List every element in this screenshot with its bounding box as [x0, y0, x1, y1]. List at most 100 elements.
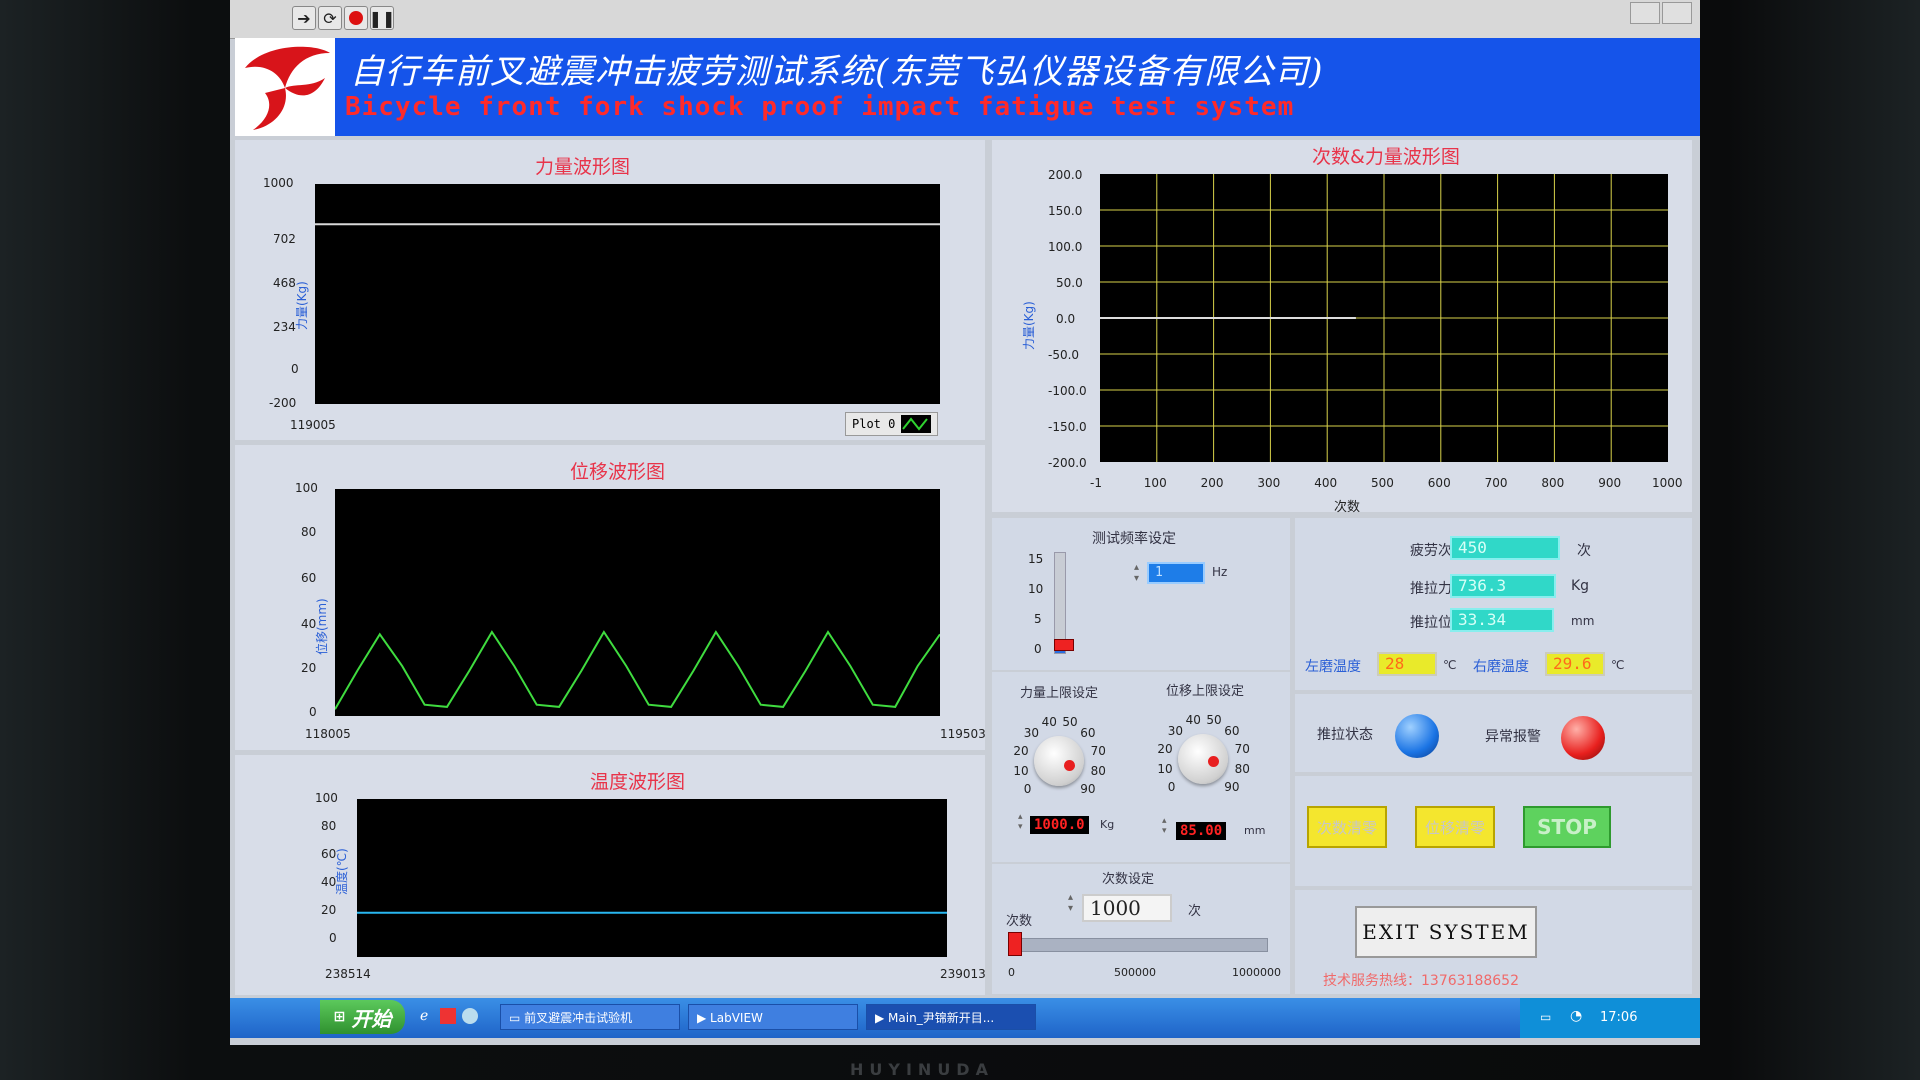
service-hotline: 技术服务热线：13763188652 — [1323, 973, 1519, 989]
exit-panel: EXIT SYSTEM 技术服务热线：13763188652 — [1295, 890, 1692, 994]
task-folder[interactable]: ▭ 前叉避震冲击试验机 — [500, 1004, 680, 1030]
plot-legend[interactable]: Plot 0 — [845, 412, 939, 436]
force-ytick: -200 — [269, 396, 297, 410]
limit-settings-panel: 力量上限设定 位移上限设定 0 10 20 30 40 50 60 70 80 90 ▴ ▾ 100… — [992, 672, 1290, 862]
task-main-vi[interactable]: ▶ Main_尹锦新开目... — [866, 1004, 1036, 1030]
freq-scale: 0 — [1034, 642, 1042, 656]
count-slider-track[interactable] — [1010, 938, 1268, 952]
disp-limit-input[interactable]: 85.00 — [1176, 822, 1227, 840]
count-scale-mid: 500000 — [1114, 966, 1156, 979]
windows-taskbar: ⊞ 开始 ℯ ▭ 前叉避震冲击试验机 ▶ LabVIEW ▶ Main_尹锦新开目… — [230, 998, 1700, 1038]
control-buttons-panel: 次数清零 位移清零 STOP — [1295, 776, 1692, 886]
alarm-label: 异常报警 — [1485, 729, 1541, 745]
freq-scale: 5 — [1034, 612, 1042, 626]
window-control-icon[interactable] — [1662, 2, 1692, 24]
count-set-input[interactable]: 1000 — [1082, 894, 1172, 922]
disp-limit-stepper-icon[interactable]: ▴ ▾ — [1162, 816, 1167, 836]
count-reset-button[interactable]: 次数清零 — [1307, 806, 1387, 848]
vi-icon: ▶ — [875, 1011, 889, 1025]
disp-ytick: 80 — [301, 525, 317, 539]
task-labview[interactable]: ▶ LabVIEW — [688, 1004, 858, 1030]
count-force-chart-panel: 次数&力量波形图 力量(Kg) 200.0 150.0 100.0 50.0 0.0 -5… — [992, 140, 1692, 515]
monitor-bezel: HUYINUDA ➔ ⟳ ❚❚ 自行车前叉避震冲击疲劳测试系统(东莞飞弘仪器设备… — [0, 0, 1920, 1080]
quicklaunch-browser-icon[interactable] — [462, 1008, 478, 1024]
legend-label: Plot 0 — [852, 417, 896, 431]
force-limit-unit: Kg — [1100, 818, 1115, 831]
disp-x-start: 118005 — [305, 727, 351, 741]
knob-scale-tick: 30 — [1167, 723, 1183, 738]
disp-ytick: 0 — [309, 705, 317, 719]
left-temp-unit: ℃ — [1443, 658, 1457, 672]
keyboard-icon[interactable]: ▭ — [1540, 1010, 1551, 1024]
knob-scale-tick: 20 — [1157, 741, 1173, 756]
legend-swatch — [901, 415, 932, 433]
count-set-label: 次数设定 — [1102, 872, 1155, 887]
force-limit-knob[interactable] — [1034, 736, 1084, 786]
disp-ytick: 60 — [301, 571, 317, 585]
knob-scale-tick: 10 — [1157, 762, 1173, 777]
task-folder-label: 前叉避震冲击试验机 — [524, 1011, 633, 1025]
force-plot-area — [315, 184, 940, 404]
pause-icon[interactable]: ❚❚ — [369, 6, 395, 30]
count-stepper-icon[interactable]: ▴ ▾ — [1068, 892, 1073, 914]
stop-button[interactable]: STOP — [1523, 806, 1611, 848]
window-help-icon[interactable] — [1630, 2, 1660, 24]
freq-stepper-icon[interactable]: ▴ ▾ — [1134, 562, 1139, 584]
disp-ytick: 100 — [295, 481, 318, 495]
count-plot-svg — [1100, 174, 1668, 462]
disp-value-unit: mm — [1571, 614, 1595, 628]
run-continuous-icon[interactable]: ⟳ — [318, 6, 342, 30]
force-ytick: 1000 — [263, 176, 294, 190]
abort-icon[interactable] — [344, 6, 368, 30]
count-ytick: 50.0 — [1056, 276, 1083, 290]
quicklaunch-ie-icon[interactable]: ℯ — [420, 1008, 428, 1024]
count-xtick: 200 — [1200, 476, 1224, 490]
temp-chart-title: 温度波形图 — [590, 771, 686, 793]
labview-icon: ▶ — [697, 1011, 711, 1025]
network-icon[interactable]: ◔ — [1570, 1008, 1582, 1024]
count-ytick: 200.0 — [1048, 168, 1083, 182]
freq-input[interactable]: 1 — [1147, 562, 1205, 584]
alarm-indicator — [1561, 716, 1605, 760]
count-xtick: 300 — [1257, 476, 1281, 490]
pull-status-label: 推拉状态 — [1317, 727, 1373, 743]
count-slider-thumb[interactable] — [1008, 932, 1023, 956]
knob-scale-tick: 20 — [1013, 743, 1029, 758]
knob-scale-tick: 70 — [1090, 743, 1106, 758]
count-ytick: -150.0 — [1048, 420, 1087, 434]
count-ytick: 0.0 — [1056, 312, 1076, 326]
count-ytick: -100.0 — [1048, 384, 1087, 398]
force-x-start: 119005 — [290, 418, 336, 432]
disp-reset-button[interactable]: 位移清零 — [1415, 806, 1495, 848]
quicklaunch-app-icon[interactable] — [440, 1008, 456, 1024]
start-label: 开始 — [351, 1006, 392, 1031]
labview-toolbar: ➔ ⟳ ❚❚ — [230, 0, 1700, 39]
temp-x-end: 239013 — [940, 967, 986, 981]
knob-scale-tick: 10 — [1013, 764, 1029, 779]
temp-ytick: 0 — [329, 931, 337, 945]
force-chart-title: 力量波形图 — [535, 156, 631, 178]
left-temp-value: 28 — [1377, 652, 1437, 676]
start-button[interactable]: ⊞ 开始 — [320, 1000, 405, 1034]
knob-scale-tick: 60 — [1080, 725, 1096, 740]
disp-ytick: 40 — [301, 617, 317, 631]
force-limit-label: 力量上限设定 — [1020, 686, 1099, 701]
disp-limit-knob[interactable] — [1178, 734, 1228, 784]
disp-chart-title: 位移波形图 — [570, 461, 666, 483]
count-xtick: 100 — [1143, 476, 1167, 490]
exit-system-button[interactable]: EXIT SYSTEM — [1355, 906, 1537, 958]
task-labview-label: LabVIEW — [710, 1011, 763, 1025]
disp-series-line — [334, 630, 941, 710]
force-limit-input[interactable]: 1000.0 — [1030, 816, 1089, 834]
count-xtick: 600 — [1427, 476, 1451, 490]
count-ytick: -50.0 — [1048, 348, 1080, 362]
temp-ytick: 40 — [321, 875, 337, 889]
knob-scale-tick: 40 — [1041, 715, 1057, 730]
disp-knob-indicator — [1208, 756, 1219, 767]
force-limit-stepper-icon[interactable]: ▴ ▾ — [1018, 812, 1023, 832]
run-arrow-icon[interactable]: ➔ — [292, 6, 316, 30]
freq-scale: 10 — [1028, 582, 1044, 596]
count-set-unit: 次 — [1188, 904, 1202, 919]
freq-slider-thumb[interactable] — [1054, 639, 1074, 652]
displacement-chart-panel: 位移波形图 位移(mm) 100 80 60 40 20 0 118005 11… — [235, 445, 986, 750]
